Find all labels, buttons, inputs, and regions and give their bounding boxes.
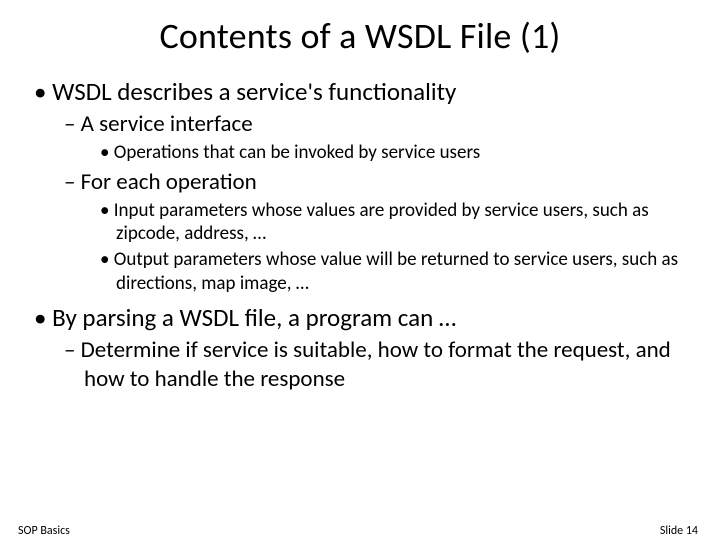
bullet-lvl1: By parsing a WSDL file, a program can … (34, 302, 686, 333)
bullet-lvl2: For each operation (34, 168, 686, 197)
bullet-lvl2: Determine if service is suitable, how to… (34, 336, 686, 394)
slide-title: Contents of a WSDL File (1) (0, 14, 720, 58)
footer-left: SOP Basics (18, 524, 70, 538)
bullet-lvl3: Input parameters whose values are provid… (34, 199, 686, 247)
slide: Contents of a WSDL File (1) WSDL describ… (0, 14, 720, 540)
bullet-lvl1: WSDL describes a service's functionality (34, 76, 686, 107)
bullet-lvl2: A service interface (34, 110, 686, 139)
slide-content: WSDL describes a service's functionality… (0, 76, 720, 393)
bullet-lvl3: Operations that can be invoked by servic… (34, 141, 686, 165)
bullet-lvl3: Output parameters whose value will be re… (34, 248, 686, 296)
footer-right: Slide 14 (660, 524, 698, 538)
bullet-list: WSDL describes a service's functionality… (34, 76, 686, 393)
